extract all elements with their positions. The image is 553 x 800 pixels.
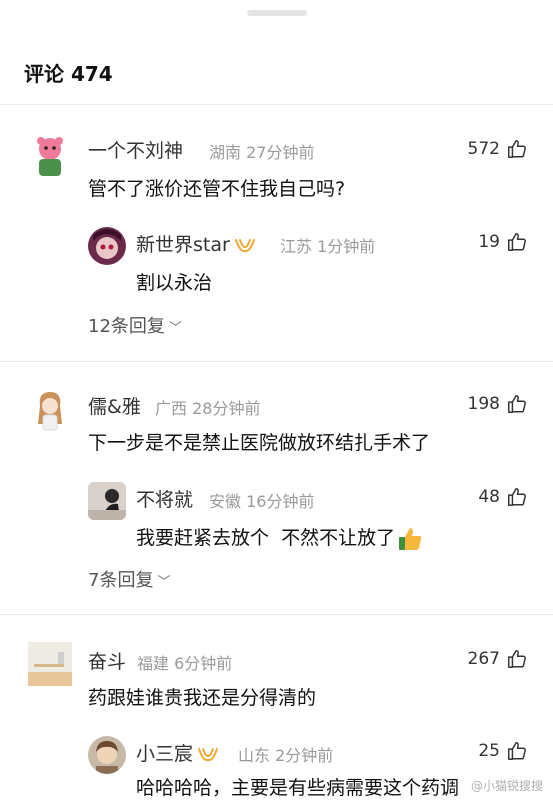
reply-text-content: 我要赶紧去放个 不然不让放了 (136, 527, 396, 549)
username[interactable]: 一个不刘神 (88, 136, 183, 163)
location: 安徽 (209, 492, 242, 511)
location: 广西 (155, 399, 188, 418)
like-count: 572 (467, 139, 500, 159)
replies-count: 12条回复 (88, 316, 165, 337)
username[interactable]: 小三宸 (136, 739, 219, 766)
reply-text: 割以永治 (136, 272, 213, 294)
avatar[interactable] (88, 482, 126, 520)
chevron-down-icon: ﹀ (168, 321, 182, 336)
comment-meta: 湖南 27分钟前 (209, 139, 314, 163)
comments-title: 评论 474 (24, 62, 113, 86)
thumb-up-icon (508, 650, 526, 668)
thumb-up-icon (508, 742, 526, 760)
thumbs-up-emoji (399, 527, 422, 550)
comment-meta: 江苏 1分钟前 (280, 233, 375, 257)
username[interactable]: 不将就 (136, 485, 193, 512)
view-replies-button[interactable]: 7条回复 ﹀ (88, 566, 170, 592)
location: 山东 (238, 746, 271, 765)
username[interactable]: 儒&雅 (88, 392, 141, 419)
like-button[interactable]: 25 (478, 740, 528, 762)
timestamp: 28分钟前 (192, 399, 261, 418)
avatar[interactable] (88, 227, 126, 265)
chevron-down-icon: ﹀ (157, 575, 171, 590)
divider (0, 104, 553, 105)
username[interactable]: 奋斗 (88, 647, 126, 674)
thumb-up-icon (508, 395, 526, 413)
vip-badge-icon (198, 747, 219, 761)
like-count: 198 (467, 394, 500, 414)
timestamp: 27分钟前 (246, 143, 315, 162)
comment-text: 药跟娃谁贵我还是分得清的 (88, 687, 317, 709)
username[interactable]: 新世界star (136, 230, 256, 257)
comment-text: 管不了涨价还管不住我自己吗? (88, 178, 346, 200)
like-button[interactable]: 198 (468, 393, 528, 415)
comment-meta: 安徽 16分钟前 (209, 488, 314, 512)
thumb-up-icon (508, 140, 526, 158)
timestamp: 1分钟前 (317, 237, 376, 256)
like-button[interactable]: 48 (478, 486, 528, 508)
like-count: 267 (467, 649, 500, 669)
avatar[interactable] (28, 642, 72, 686)
timestamp: 6分钟前 (174, 654, 233, 673)
username-text: 小三宸 (136, 743, 194, 765)
drag-handle[interactable] (247, 10, 307, 16)
avatar[interactable] (88, 736, 126, 774)
like-count: 48 (478, 487, 500, 507)
location: 湖南 (209, 143, 242, 162)
watermark: @小猫锐搜搜 (470, 779, 543, 793)
avatar[interactable] (28, 388, 72, 432)
comment-meta: 山东 2分钟前 (238, 742, 333, 766)
like-button[interactable]: 19 (478, 231, 528, 253)
comment-text: 下一步是不是禁止医院做放环结扎手术了 (88, 432, 431, 454)
like-button[interactable]: 572 (468, 138, 528, 160)
thumb-up-icon (508, 233, 526, 251)
like-count: 19 (478, 232, 500, 252)
username-text: 新世界star (136, 234, 230, 256)
vip-badge-icon (234, 238, 255, 252)
comment-meta: 福建 6分钟前 (137, 650, 232, 674)
location: 江苏 (280, 237, 313, 256)
comment-meta: 广西 28分钟前 (155, 395, 260, 419)
replies-count: 7条回复 (88, 570, 154, 591)
thumb-up-icon (508, 488, 526, 506)
like-button[interactable]: 267 (468, 648, 528, 670)
avatar[interactable] (28, 134, 72, 178)
like-count: 25 (478, 741, 500, 761)
divider (0, 614, 553, 615)
timestamp: 16分钟前 (246, 492, 315, 511)
reply-text: 哈哈哈哈，主要是有些病需要这个药调 (136, 777, 460, 799)
timestamp: 2分钟前 (275, 746, 334, 765)
reply-text: 我要赶紧去放个 不然不让放了 (136, 523, 423, 552)
divider (0, 361, 553, 362)
location: 福建 (137, 654, 170, 673)
view-replies-button[interactable]: 12条回复 ﹀ (88, 312, 182, 338)
